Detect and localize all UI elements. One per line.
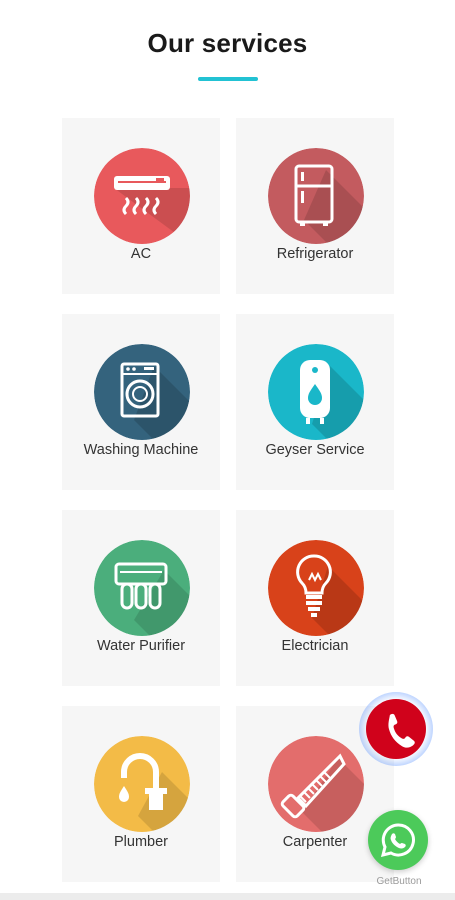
service-label-refrigerator: Refrigerator <box>276 246 354 262</box>
whatsapp-icon <box>380 823 415 858</box>
air-conditioner-icon <box>94 148 190 244</box>
water-heater-icon <box>268 344 364 440</box>
service-label-geyser-service: Geyser Service <box>265 442 365 458</box>
washing-machine-icon <box>94 344 190 440</box>
call-button-circle <box>366 699 426 759</box>
service-card-refrigerator[interactable]: Refrigerator <box>236 118 394 294</box>
service-card-ac[interactable]: AC <box>62 118 220 294</box>
service-card-water-purifier[interactable]: Water Purifier <box>62 510 220 686</box>
saw-icon <box>268 736 364 832</box>
service-label-washing-machine: Washing Machine <box>83 442 199 458</box>
light-bulb-icon <box>268 540 364 636</box>
refrigerator-icon <box>268 148 364 244</box>
call-button[interactable] <box>359 692 433 766</box>
service-card-electrician[interactable]: Electrician <box>236 510 394 686</box>
service-card-plumber[interactable]: Plumber <box>62 706 220 882</box>
water-purifier-icon <box>94 540 190 636</box>
bottom-bar <box>0 893 455 900</box>
page-title: Our services <box>147 28 308 58</box>
getbutton-branding[interactable]: GetButton <box>364 876 434 887</box>
service-label-water-purifier: Water Purifier <box>96 638 186 654</box>
service-label-plumber: Plumber <box>114 834 168 850</box>
service-label-ac: AC <box>130 246 152 262</box>
title-underline <box>198 77 258 81</box>
phone-icon <box>388 713 415 748</box>
service-card-washing-machine[interactable]: Washing Machine <box>62 314 220 490</box>
service-card-geyser-service[interactable]: Geyser Service <box>236 314 394 490</box>
faucet-icon <box>94 736 190 832</box>
whatsapp-button[interactable] <box>368 810 428 870</box>
service-label-electrician: Electrician <box>281 638 349 654</box>
